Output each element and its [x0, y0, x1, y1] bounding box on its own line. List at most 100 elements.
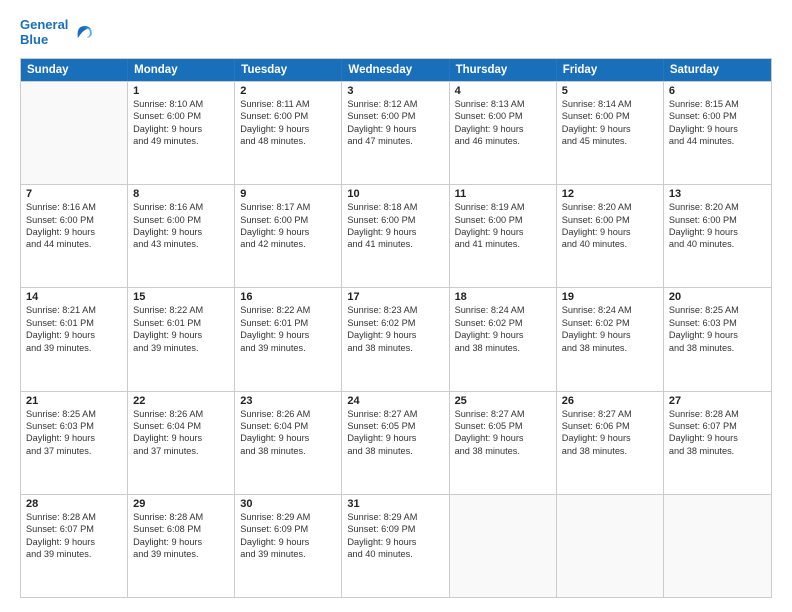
sunset-line: Sunset: 6:00 PM: [240, 110, 336, 122]
sunset-line: Sunset: 6:00 PM: [133, 110, 229, 122]
daylight-label: Daylight: 9 hours: [347, 329, 443, 341]
daylight-minutes: and 42 minutes.: [240, 238, 336, 250]
sunrise-line: Sunrise: 8:19 AM: [455, 201, 551, 213]
daylight-minutes: and 38 minutes.: [455, 342, 551, 354]
day-number: 15: [133, 291, 229, 303]
daylight-minutes: and 39 minutes.: [240, 548, 336, 560]
daylight-label: Daylight: 9 hours: [240, 226, 336, 238]
sunrise-line: Sunrise: 8:15 AM: [669, 98, 766, 110]
calendar-cell: 19 Sunrise: 8:24 AM Sunset: 6:02 PM Dayl…: [557, 288, 664, 390]
daylight-minutes: and 38 minutes.: [669, 342, 766, 354]
sunrise-line: Sunrise: 8:22 AM: [133, 304, 229, 316]
day-number: 20: [669, 291, 766, 303]
calendar-cell: 6 Sunrise: 8:15 AM Sunset: 6:00 PM Dayli…: [664, 82, 771, 184]
sunset-line: Sunset: 6:00 PM: [562, 110, 658, 122]
sunset-line: Sunset: 6:01 PM: [26, 317, 122, 329]
daylight-label: Daylight: 9 hours: [455, 123, 551, 135]
day-number: 28: [26, 498, 122, 510]
sunrise-line: Sunrise: 8:27 AM: [347, 408, 443, 420]
daylight-minutes: and 38 minutes.: [562, 342, 658, 354]
day-number: 13: [669, 188, 766, 200]
sunset-line: Sunset: 6:02 PM: [562, 317, 658, 329]
sunrise-line: Sunrise: 8:12 AM: [347, 98, 443, 110]
logo-text: General Blue: [20, 18, 68, 48]
sunset-line: Sunset: 6:00 PM: [455, 110, 551, 122]
sunrise-line: Sunrise: 8:24 AM: [455, 304, 551, 316]
sunset-line: Sunset: 6:02 PM: [347, 317, 443, 329]
daylight-label: Daylight: 9 hours: [347, 536, 443, 548]
day-number: 7: [26, 188, 122, 200]
daylight-minutes: and 39 minutes.: [26, 342, 122, 354]
sunset-line: Sunset: 6:01 PM: [133, 317, 229, 329]
daylight-minutes: and 39 minutes.: [133, 342, 229, 354]
day-number: 24: [347, 395, 443, 407]
day-number: 27: [669, 395, 766, 407]
calendar-cell: 23 Sunrise: 8:26 AM Sunset: 6:04 PM Dayl…: [235, 392, 342, 494]
sunset-line: Sunset: 6:00 PM: [133, 214, 229, 226]
sunrise-line: Sunrise: 8:29 AM: [347, 511, 443, 523]
calendar-cell: 12 Sunrise: 8:20 AM Sunset: 6:00 PM Dayl…: [557, 185, 664, 287]
calendar-cell: [21, 82, 128, 184]
calendar-page: General Blue SundayMondayTuesdayWednesda…: [0, 0, 792, 612]
day-number: 14: [26, 291, 122, 303]
calendar-cell: 11 Sunrise: 8:19 AM Sunset: 6:00 PM Dayl…: [450, 185, 557, 287]
daylight-minutes: and 39 minutes.: [133, 548, 229, 560]
sunset-line: Sunset: 6:00 PM: [26, 214, 122, 226]
sunrise-line: Sunrise: 8:25 AM: [669, 304, 766, 316]
sunset-line: Sunset: 6:06 PM: [562, 420, 658, 432]
sunset-line: Sunset: 6:00 PM: [562, 214, 658, 226]
calendar-week: 14 Sunrise: 8:21 AM Sunset: 6:01 PM Dayl…: [21, 287, 771, 390]
sunset-line: Sunset: 6:00 PM: [669, 214, 766, 226]
day-number: 2: [240, 85, 336, 97]
daylight-minutes: and 37 minutes.: [133, 445, 229, 457]
sunset-line: Sunset: 6:01 PM: [240, 317, 336, 329]
daylight-label: Daylight: 9 hours: [562, 226, 658, 238]
sunset-line: Sunset: 6:00 PM: [347, 110, 443, 122]
sunset-line: Sunset: 6:09 PM: [347, 523, 443, 535]
daylight-label: Daylight: 9 hours: [347, 226, 443, 238]
daylight-label: Daylight: 9 hours: [133, 226, 229, 238]
daylight-minutes: and 41 minutes.: [347, 238, 443, 250]
daylight-minutes: and 38 minutes.: [240, 445, 336, 457]
sunset-line: Sunset: 6:00 PM: [455, 214, 551, 226]
daylight-label: Daylight: 9 hours: [562, 329, 658, 341]
calendar-cell: 16 Sunrise: 8:22 AM Sunset: 6:01 PM Dayl…: [235, 288, 342, 390]
sunrise-line: Sunrise: 8:14 AM: [562, 98, 658, 110]
sunset-line: Sunset: 6:08 PM: [133, 523, 229, 535]
day-header: Sunday: [21, 59, 128, 81]
daylight-minutes: and 38 minutes.: [455, 445, 551, 457]
daylight-minutes: and 37 minutes.: [26, 445, 122, 457]
day-number: 19: [562, 291, 658, 303]
calendar-cell: 31 Sunrise: 8:29 AM Sunset: 6:09 PM Dayl…: [342, 495, 449, 597]
sunrise-line: Sunrise: 8:28 AM: [26, 511, 122, 523]
calendar-cell: [450, 495, 557, 597]
day-number: 18: [455, 291, 551, 303]
daylight-label: Daylight: 9 hours: [347, 432, 443, 444]
calendar-cell: 29 Sunrise: 8:28 AM Sunset: 6:08 PM Dayl…: [128, 495, 235, 597]
daylight-label: Daylight: 9 hours: [455, 226, 551, 238]
calendar-week: 1 Sunrise: 8:10 AM Sunset: 6:00 PM Dayli…: [21, 81, 771, 184]
daylight-minutes: and 38 minutes.: [347, 342, 443, 354]
daylight-label: Daylight: 9 hours: [240, 329, 336, 341]
day-number: 12: [562, 188, 658, 200]
calendar-cell: 17 Sunrise: 8:23 AM Sunset: 6:02 PM Dayl…: [342, 288, 449, 390]
day-number: 25: [455, 395, 551, 407]
daylight-label: Daylight: 9 hours: [669, 123, 766, 135]
sunrise-line: Sunrise: 8:29 AM: [240, 511, 336, 523]
daylight-label: Daylight: 9 hours: [562, 432, 658, 444]
sunrise-line: Sunrise: 8:10 AM: [133, 98, 229, 110]
day-number: 11: [455, 188, 551, 200]
calendar-cell: 1 Sunrise: 8:10 AM Sunset: 6:00 PM Dayli…: [128, 82, 235, 184]
day-header: Friday: [557, 59, 664, 81]
calendar-body: 1 Sunrise: 8:10 AM Sunset: 6:00 PM Dayli…: [21, 81, 771, 597]
day-number: 3: [347, 85, 443, 97]
logo-icon: [72, 22, 94, 44]
daylight-label: Daylight: 9 hours: [455, 432, 551, 444]
calendar-cell: 9 Sunrise: 8:17 AM Sunset: 6:00 PM Dayli…: [235, 185, 342, 287]
calendar-week: 21 Sunrise: 8:25 AM Sunset: 6:03 PM Dayl…: [21, 391, 771, 494]
day-number: 4: [455, 85, 551, 97]
daylight-label: Daylight: 9 hours: [240, 432, 336, 444]
daylight-label: Daylight: 9 hours: [669, 226, 766, 238]
calendar-cell: 28 Sunrise: 8:28 AM Sunset: 6:07 PM Dayl…: [21, 495, 128, 597]
calendar-cell: 25 Sunrise: 8:27 AM Sunset: 6:05 PM Dayl…: [450, 392, 557, 494]
